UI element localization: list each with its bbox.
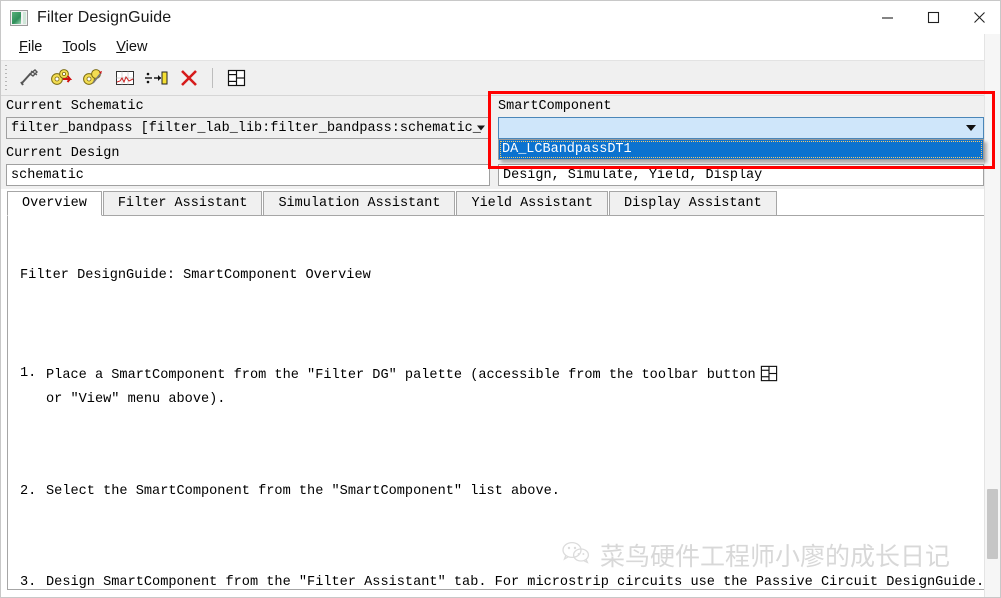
- delete-button[interactable]: [174, 64, 204, 92]
- current-design-input[interactable]: schematic: [6, 164, 490, 186]
- menubar: File Tools View: [1, 34, 1000, 60]
- tab-yield-assistant-label: Yield Assistant: [471, 196, 593, 211]
- current-schematic-combobox[interactable]: filter_bandpass [filter_lab_lib:filter_b…: [6, 117, 490, 139]
- design-wrench-icon: [20, 69, 38, 86]
- chevron-down-icon[interactable]: [966, 125, 976, 131]
- list-item-line: Place a SmartComponent from the ″Filter …: [46, 367, 756, 383]
- window-controls: [864, 1, 1000, 34]
- tab-simulation-assistant[interactable]: Simulation Assistant: [263, 191, 456, 215]
- close-icon: [973, 12, 985, 23]
- tab-filter-assistant[interactable]: Filter Assistant: [102, 191, 263, 215]
- plot-display-button[interactable]: [110, 64, 140, 92]
- current-design-label: Current Design: [6, 146, 120, 161]
- list-item-line: Select the SmartComponent from the ″Smar…: [46, 483, 560, 499]
- list-item-line: or ″View″ menu above).: [46, 392, 226, 408]
- plot-display-icon: [116, 71, 134, 85]
- list-item-body: Select the SmartComponent from the ″Smar…: [46, 482, 560, 502]
- menu-file-label-rest: ile: [27, 39, 43, 55]
- tab-overview[interactable]: Overview: [7, 191, 102, 216]
- list-item-number: 2.: [20, 483, 37, 499]
- smartcomponent-capability-input[interactable]: Design, Simulate, Yield, Display: [498, 164, 984, 186]
- maximize-button[interactable]: [910, 1, 956, 34]
- vertical-scrollbar[interactable]: [984, 34, 1000, 597]
- fields-area: Current Schematic filter_bandpass [filte…: [1, 96, 1000, 189]
- palette-grid-icon: [227, 69, 245, 87]
- menu-view[interactable]: View: [106, 37, 157, 57]
- maximize-icon: [927, 11, 939, 24]
- toolbar: [1, 60, 1000, 96]
- design-wrench-button[interactable]: [14, 64, 44, 92]
- tab-filter-assistant-label: Filter Assistant: [117, 196, 248, 211]
- menu-tools-label-rest: ools: [69, 39, 97, 55]
- palette-grid-button[interactable]: [221, 64, 251, 92]
- overview-document: Filter DesignGuide: SmartComponent Overv…: [8, 215, 989, 590]
- tab-overview-label: Overview: [22, 196, 87, 211]
- palette-grid-icon: [759, 364, 779, 391]
- divide-component-icon: [145, 71, 168, 85]
- gears-edit-icon: [83, 69, 102, 85]
- toolbar-separator: [212, 68, 213, 88]
- gears-simulate-button[interactable]: [46, 64, 76, 92]
- tab-display-assistant-label: Display Assistant: [624, 196, 762, 211]
- tabstrip: Overview Filter Assistant Simulation Ass…: [7, 191, 990, 216]
- list-item: 2. Select the SmartComponent from the ″S…: [20, 482, 979, 502]
- smartcomponent-capability-value: Design, Simulate, Yield, Display: [503, 167, 763, 183]
- overview-panel: Filter DesignGuide: SmartComponent Overv…: [7, 215, 990, 590]
- list-item-number: 3.: [20, 574, 37, 590]
- smartcomponent-dropdown-list[interactable]: DA_LCBandpassDT1: [498, 139, 984, 160]
- current-schematic-value: filter_bandpass [filter_lab_lib:filter_b…: [11, 120, 481, 136]
- list-item: 1. Place a SmartComponent from the ″Filt…: [20, 364, 979, 410]
- current-design-value: schematic: [11, 167, 84, 183]
- close-button[interactable]: [956, 1, 1000, 34]
- gears-simulate-icon: [51, 69, 73, 85]
- menu-file[interactable]: File: [9, 37, 52, 57]
- window-title: Filter DesignGuide: [37, 8, 172, 26]
- minimize-button[interactable]: [864, 1, 910, 34]
- gears-edit-button[interactable]: [78, 64, 108, 92]
- left-fields: Current Schematic filter_bandpass [filte…: [6, 99, 490, 186]
- filter-designguide-window: Filter DesignGuide File Tools View Curre…: [0, 0, 1001, 598]
- tab-yield-assistant[interactable]: Yield Assistant: [456, 191, 608, 215]
- app-window-icon: [10, 9, 28, 26]
- chevron-down-icon[interactable]: [477, 125, 485, 131]
- titlebar: Filter DesignGuide: [1, 1, 1000, 34]
- list-item-line: Design SmartComponent from the ″Filter A…: [46, 574, 985, 590]
- right-fields: SmartComponent DA_LCBandpassDT1 SmartCom…: [498, 99, 984, 186]
- delete-red-x-icon: [181, 70, 197, 86]
- divide-component-button[interactable]: [142, 64, 172, 92]
- smartcomponent-combobox-wrap: DA_LCBandpassDT1: [498, 117, 984, 160]
- list-item: 3. Design SmartComponent from the ″Filte…: [20, 573, 984, 590]
- scrollbar-thumb[interactable]: [987, 489, 998, 559]
- list-item-body: Design SmartComponent from the ″Filter A…: [46, 573, 985, 590]
- tab-display-assistant[interactable]: Display Assistant: [609, 191, 777, 215]
- current-schematic-label: Current Schematic: [6, 99, 144, 114]
- minimize-icon: [881, 17, 893, 19]
- overview-heading: Filter DesignGuide: SmartComponent Overv…: [20, 268, 371, 284]
- smartcomponent-label: SmartComponent: [498, 99, 612, 114]
- list-item-body: Place a SmartComponent from the ″Filter …: [46, 364, 779, 410]
- list-item-number: 1.: [20, 365, 37, 381]
- tab-simulation-assistant-label: Simulation Assistant: [278, 196, 441, 211]
- menu-tools[interactable]: Tools: [52, 37, 106, 57]
- smartcomponent-combobox[interactable]: [498, 117, 984, 139]
- toolbar-grip[interactable]: [3, 65, 10, 91]
- menu-view-label-rest: iew: [125, 39, 148, 55]
- dropdown-option-da-lcbandpassdt1[interactable]: DA_LCBandpassDT1: [499, 140, 983, 159]
